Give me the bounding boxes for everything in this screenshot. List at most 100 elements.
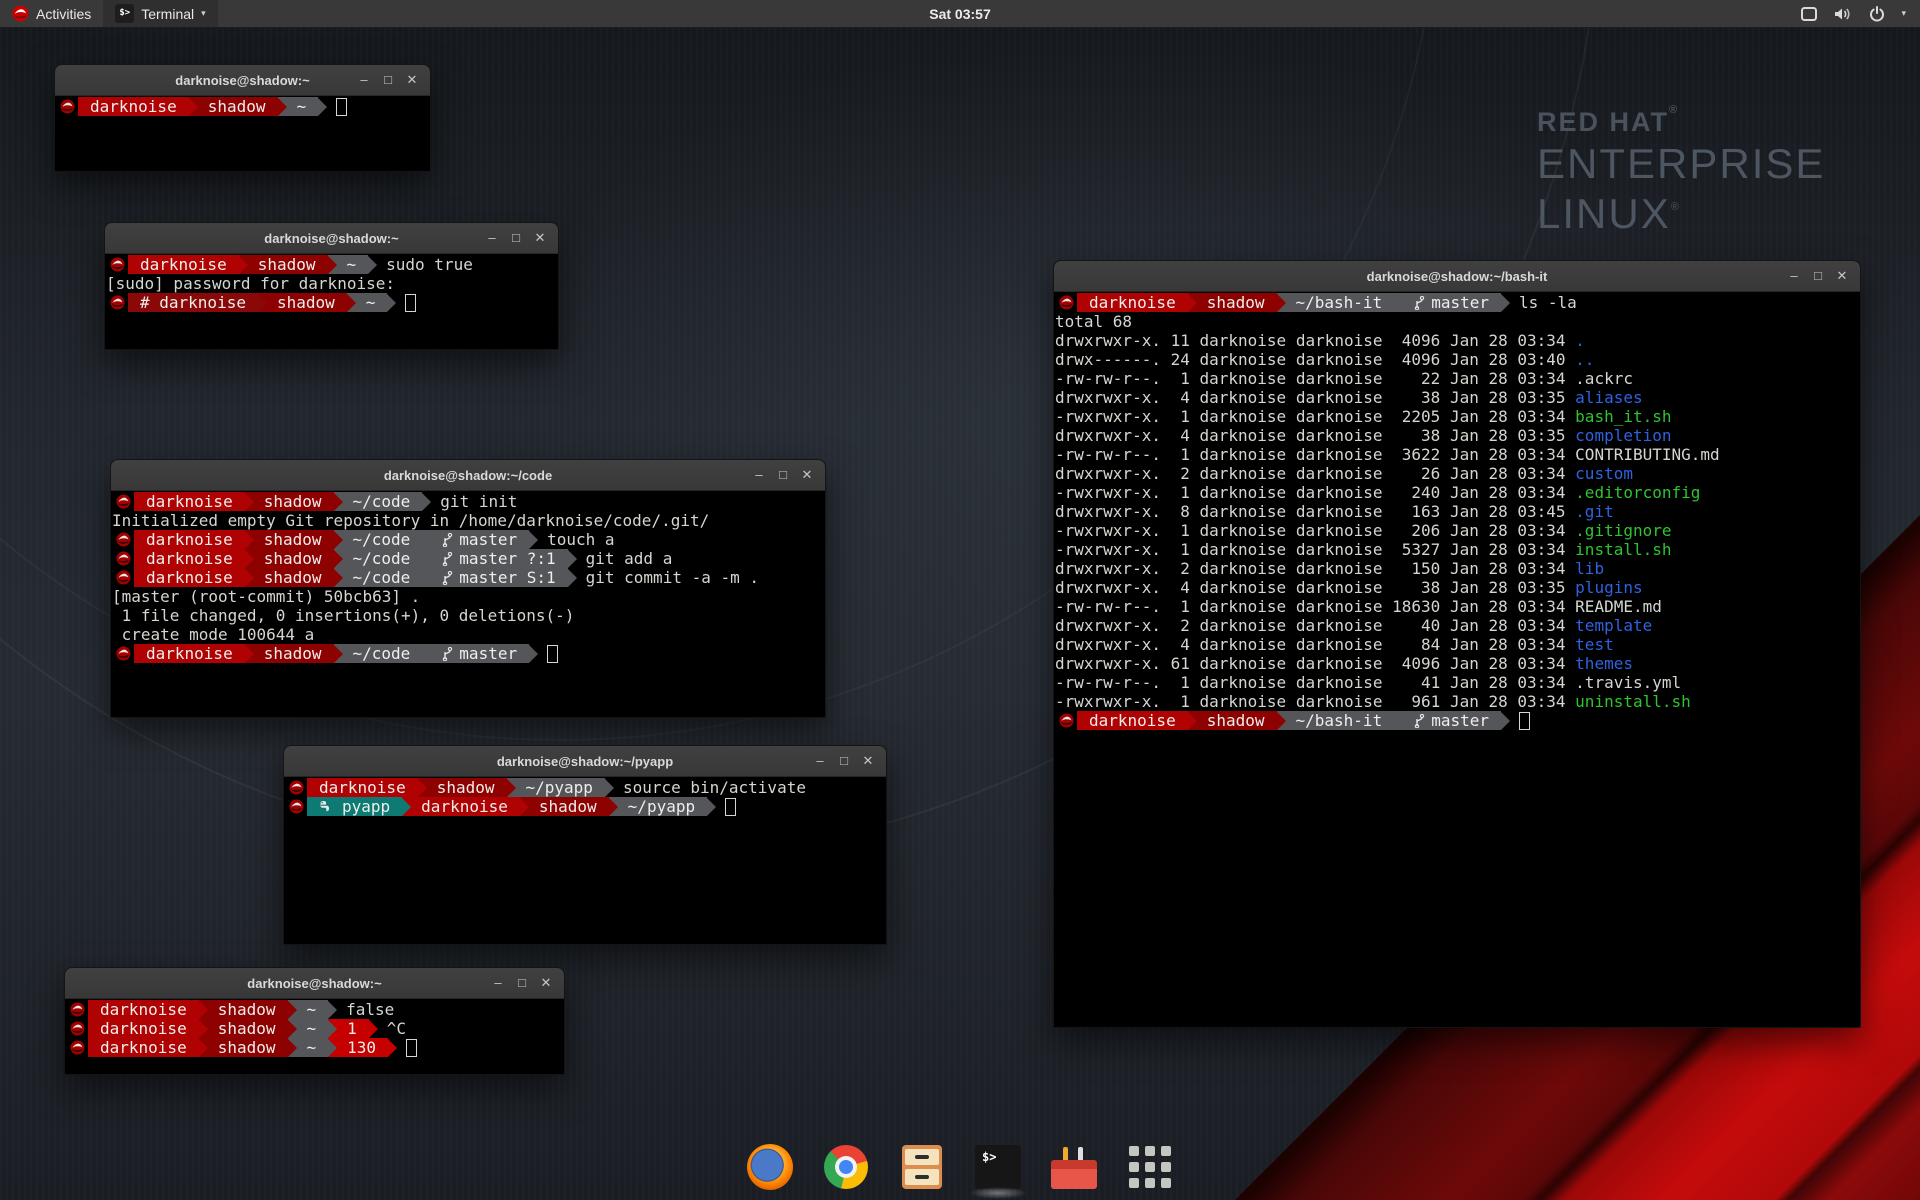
window-titlebar[interactable]: darknoise@shadow:~ –□✕ xyxy=(55,65,430,96)
close-button[interactable]: ✕ xyxy=(1832,268,1852,284)
terminal-cursor xyxy=(1519,712,1530,730)
prompt-segment-path: ~ xyxy=(288,1019,329,1038)
dock-item-chrome[interactable] xyxy=(821,1142,871,1192)
output-text: lib xyxy=(1575,559,1604,578)
running-indicator-glow xyxy=(969,1187,1027,1199)
terminal-content[interactable]: darknoiseshadow ~/pyapp source bin/activat… xyxy=(284,777,886,945)
output-text: drwxrwxr-x. 2 darknoise darknoise 26 Jan… xyxy=(1055,464,1575,483)
terminal-content[interactable]: darknoiseshadow~sudo true[sudo] password… xyxy=(105,254,558,350)
close-button[interactable]: ✕ xyxy=(530,230,550,246)
prompt-segment-label: master xyxy=(1425,293,1501,312)
powerline-separator-icon xyxy=(245,550,254,568)
activities-button[interactable]: Activities xyxy=(0,0,103,27)
terminal-content[interactable]: darknoiseshadow~ xyxy=(55,96,430,172)
minimize-button[interactable]: – xyxy=(810,753,830,769)
powerline-separator-icon xyxy=(1188,712,1197,730)
redhat-prompt-icon-wrap xyxy=(106,257,128,272)
command-text: touch a xyxy=(547,530,614,549)
command-text: source bin/activate xyxy=(623,778,806,797)
system-menu-caret-icon[interactable]: ▾ xyxy=(1901,8,1906,19)
minimize-button[interactable]: – xyxy=(354,72,374,88)
window-titlebar[interactable]: darknoise@shadow:~/bash-it –□✕ xyxy=(1054,261,1860,292)
close-button[interactable]: ✕ xyxy=(536,975,556,991)
redhat-prompt-icon-wrap xyxy=(112,532,134,547)
terminal-line: darknoiseshadow~/bash-itmaster xyxy=(1055,711,1860,730)
terminal-line: darknoiseshadow~/pyappsource bin/activat… xyxy=(285,778,886,797)
toolbox-icon xyxy=(1051,1153,1097,1189)
output-text: test xyxy=(1575,635,1614,654)
output-text: drwxrwxr-x. 61 darknoise darknoise 4096 … xyxy=(1055,654,1575,673)
dock-item-files[interactable] xyxy=(897,1142,947,1192)
output-text: -rwxrwxr-x. 1 darknoise darknoise 5327 J… xyxy=(1055,540,1575,559)
window-titlebar[interactable]: darknoise@shadow:~/pyapp –□✕ xyxy=(284,746,886,777)
redhat-prompt-icon xyxy=(70,1040,85,1055)
redhat-prompt-icon-wrap xyxy=(1055,713,1077,728)
powerline-separator-icon xyxy=(189,98,198,116)
terminal-content[interactable]: darknoiseshadow~/codegit initInitialized… xyxy=(111,491,825,718)
rhel-wallpaper-logo: RED HAT® ENTERPRISE LINUX® xyxy=(1537,104,1825,238)
output-text: -rwxrwxr-x. 1 darknoise darknoise 961 Ja… xyxy=(1055,692,1575,711)
terminal-line: drwxrwxr-x. 61 darknoise darknoise 4096 … xyxy=(1055,654,1860,673)
maximize-button[interactable]: □ xyxy=(773,467,793,483)
output-text: -rwxrwxr-x. 1 darknoise darknoise 2205 J… xyxy=(1055,407,1575,426)
prompt-segment-label: darknoise xyxy=(88,1019,199,1038)
maximize-button[interactable]: □ xyxy=(378,72,398,88)
redhat-prompt-icon xyxy=(60,99,75,114)
prompt-segment-label: 130 xyxy=(337,1038,388,1057)
dock-item-app-grid[interactable] xyxy=(1125,1142,1175,1192)
prompt-segment-label: ~ xyxy=(297,1038,329,1057)
output-text: uninstall.sh xyxy=(1575,692,1691,711)
dock-item-terminal[interactable]: $> xyxy=(973,1142,1023,1192)
terminal-line: darknoiseshadow~sudo true xyxy=(106,255,558,274)
prompt-segment-label: shadow xyxy=(248,255,328,274)
powerline-separator-icon xyxy=(422,493,431,511)
powerline-separator-icon xyxy=(199,1039,208,1057)
power-icon[interactable] xyxy=(1869,6,1885,22)
brand-enterprise: ENTERPRISE xyxy=(1537,140,1825,188)
window-titlebar[interactable]: darknoise@shadow:~/code –□✕ xyxy=(111,460,825,491)
display-icon[interactable] xyxy=(1800,6,1818,22)
prompt-segment-user: darknoise xyxy=(402,797,520,816)
window-titlebar[interactable]: darknoise@shadow:~ –□✕ xyxy=(65,968,564,999)
minimize-button[interactable]: – xyxy=(1784,268,1804,284)
app-menu-terminal[interactable]: $> Terminal ▾ xyxy=(103,0,217,27)
maximize-button[interactable]: □ xyxy=(834,753,854,769)
close-button[interactable]: ✕ xyxy=(797,467,817,483)
maximize-button[interactable]: □ xyxy=(512,975,532,991)
powerline-separator-icon xyxy=(328,1001,337,1019)
powerline-separator-icon xyxy=(520,798,529,816)
prompt-segment-label: 1 xyxy=(337,1019,369,1038)
close-button[interactable]: ✕ xyxy=(858,753,878,769)
prompt-segment-label: ~/pyapp xyxy=(516,778,605,797)
prompt-segment-label: darknoise xyxy=(78,97,189,116)
prompt-segment-label: shadow xyxy=(427,778,507,797)
prompt-segment-label: darknoise xyxy=(134,492,245,511)
maximize-button[interactable]: □ xyxy=(1808,268,1828,284)
command-text: false xyxy=(346,1000,394,1019)
prompt-segment-label: master xyxy=(453,644,529,663)
minimize-button[interactable]: – xyxy=(749,467,769,483)
prompt-segment-user: darknoise xyxy=(1077,293,1188,312)
terminal-line: total 68 xyxy=(1055,312,1860,331)
terminal-content[interactable]: darknoiseshadow~/bash-itmasterls -latota… xyxy=(1054,292,1860,1028)
terminal-content[interactable]: darknoiseshadow~falsedarknoiseshadow~1^C… xyxy=(65,999,564,1075)
close-button[interactable]: ✕ xyxy=(402,72,422,88)
terminal-line: darknoiseshadow~false xyxy=(66,1000,564,1019)
terminal-line: -rw-rw-r--. 1 darknoise darknoise 3622 J… xyxy=(1055,445,1860,464)
redhat-logo-icon xyxy=(12,5,29,22)
minimize-button[interactable]: – xyxy=(482,230,502,246)
terminal-line: darknoiseshadow~/codemaster S:1git commi… xyxy=(112,568,825,587)
prompt-segment-label: ~/bash-it xyxy=(1286,293,1395,312)
redhat-prompt-icon xyxy=(110,257,125,272)
prompt-segment-path: ~/bash-it xyxy=(1277,711,1395,730)
terminal-line: drwxrwxr-x. 8 darknoise darknoise 163 Ja… xyxy=(1055,502,1860,521)
maximize-button[interactable]: □ xyxy=(506,230,526,246)
clock[interactable]: Sat 03:57 xyxy=(0,6,1920,22)
prompt-segment-host: shadow xyxy=(245,568,334,587)
terminal-line: darknoiseshadow~1^C xyxy=(66,1019,564,1038)
minimize-button[interactable]: – xyxy=(488,975,508,991)
dock-item-firefox[interactable] xyxy=(745,1142,795,1192)
window-titlebar[interactable]: darknoise@shadow:~ –□✕ xyxy=(105,223,558,254)
dock-item-toolbox[interactable] xyxy=(1049,1142,1099,1192)
volume-icon[interactable] xyxy=(1834,6,1853,22)
